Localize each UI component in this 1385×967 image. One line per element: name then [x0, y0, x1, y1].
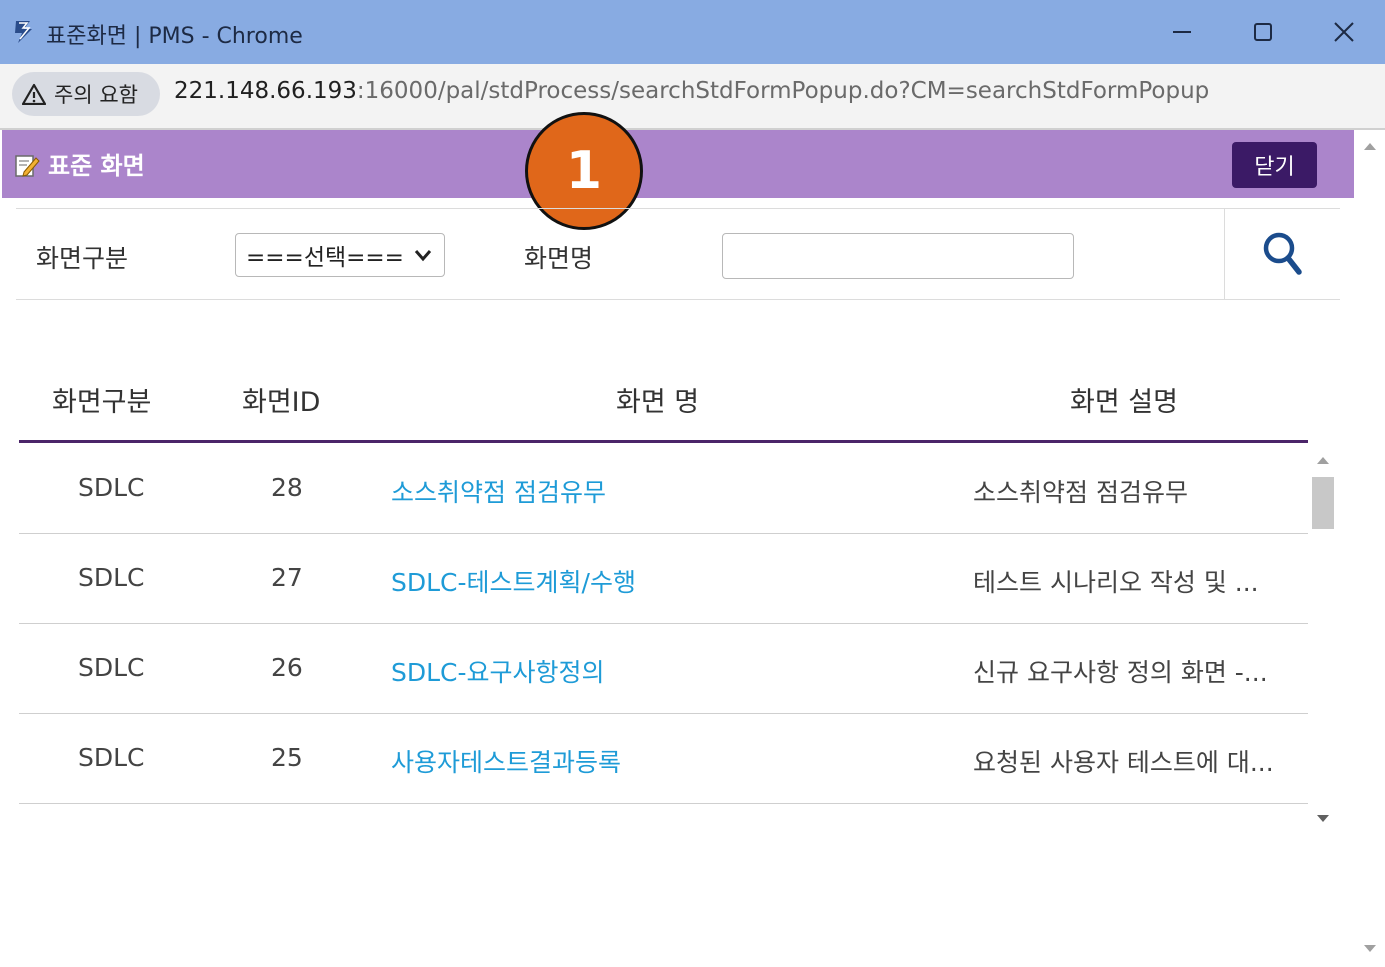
cell-type: SDLC [78, 743, 145, 772]
cell-desc: 테스트 시나리오 작성 및 ... [973, 568, 1259, 597]
search-panel: 화면구분 ===선택=== 화면명 [16, 208, 1340, 300]
cell-desc: 소스취약점 점검유무 [973, 478, 1188, 507]
table-row[interactable]: SDLC 26 SDLC-요구사항정의 신규 요구사항 정의 화면 -... [19, 623, 1308, 714]
page-scroll-up-arrow[interactable] [1364, 143, 1376, 150]
cell-type: SDLC [78, 563, 145, 592]
screen-type-label: 화면구분 [36, 244, 129, 273]
close-popup-button[interactable]: 닫기 [1232, 142, 1317, 188]
warning-label: 주의 요함 [54, 83, 138, 107]
warning-icon [22, 83, 46, 105]
cell-id: 26 [271, 653, 303, 682]
search-icon [1263, 232, 1302, 275]
edit-document-icon [15, 155, 40, 177]
url-host: 221.148.66.193 [174, 78, 357, 104]
url-field[interactable]: 221.148.66.193:16000/pal/stdProcess/sear… [174, 78, 1209, 104]
window-close-button[interactable] [1314, 10, 1374, 54]
column-header-type: 화면구분 [52, 387, 152, 418]
table-scroll-up-arrow[interactable] [1317, 457, 1329, 464]
minimize-icon [1173, 31, 1191, 33]
cell-id: 25 [271, 743, 303, 772]
window-titlebar: 표준화면 | PMS - Chrome [0, 0, 1385, 64]
cell-name-link[interactable]: SDLC-테스트계획/수행 [391, 563, 636, 599]
cell-desc: 요청된 사용자 테스트에 대... [973, 748, 1274, 777]
maximize-button[interactable] [1233, 10, 1293, 54]
column-header-desc: 화면 설명 [1070, 387, 1178, 418]
cell-name-link[interactable]: 소스취약점 점검유무 [391, 473, 606, 509]
screen-type-select[interactable]: ===선택=== [235, 233, 445, 277]
cell-id: 28 [271, 473, 303, 502]
app-logo-icon [15, 21, 32, 43]
screen-name-label: 화면명 [524, 244, 594, 273]
column-header-name: 화면 명 [616, 387, 700, 418]
screen-name-input[interactable] [722, 233, 1074, 279]
column-header-id: 화면ID [242, 387, 321, 418]
table-scroll-down-arrow[interactable] [1317, 815, 1329, 822]
search-button[interactable] [1224, 209, 1341, 299]
cell-desc: 신규 요구사항 정의 화면 -... [973, 658, 1268, 687]
cell-type: SDLC [78, 653, 145, 682]
table-header: 화면구분 화면ID 화면 명 화면 설명 [19, 360, 1308, 443]
url-path: :16000/pal/stdProcess/searchStdFormPopup… [356, 78, 1210, 104]
table-row[interactable]: SDLC 25 사용자테스트결과등록 요청된 사용자 테스트에 대... [19, 713, 1308, 804]
table-scrollbar-thumb[interactable] [1312, 477, 1334, 529]
window-title: 표준화면 | PMS - Chrome [46, 24, 303, 49]
cell-id: 27 [271, 563, 303, 592]
maximize-icon [1254, 23, 1272, 41]
popup-header: 표준 화면 닫기 [2, 130, 1354, 198]
cell-name-link[interactable]: SDLC-요구사항정의 [391, 653, 605, 689]
cell-type: SDLC [78, 473, 145, 502]
table-row[interactable]: SDLC 27 SDLC-테스트계획/수행 테스트 시나리오 작성 및 ... [19, 533, 1308, 624]
cell-name-link[interactable]: 사용자테스트결과등록 [391, 743, 621, 779]
page-scrollbar[interactable] [1356, 130, 1385, 967]
chevron-down-icon [414, 250, 432, 262]
page-scroll-down-arrow[interactable] [1364, 945, 1376, 952]
popup-title: 표준 화면 [48, 152, 145, 180]
close-icon [1334, 22, 1354, 42]
table-row[interactable]: SDLC 28 소스취약점 점검유무 소스취약점 점검유무 [19, 443, 1308, 534]
minimize-button[interactable] [1152, 10, 1212, 54]
address-bar: 주의 요함 221.148.66.193:16000/pal/stdProces… [0, 64, 1385, 130]
screen-type-selected: ===선택=== [246, 245, 404, 271]
security-warning-chip[interactable]: 주의 요함 [12, 72, 160, 116]
